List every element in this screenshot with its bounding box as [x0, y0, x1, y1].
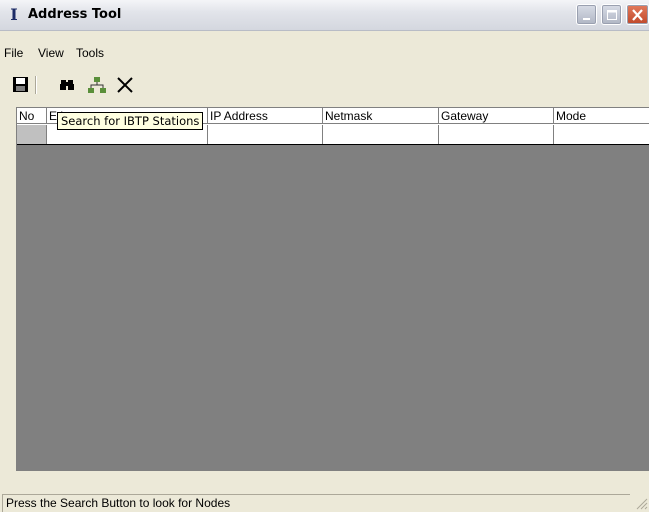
maximize-button[interactable] [601, 4, 622, 25]
delete-button[interactable] [114, 74, 136, 96]
resize-grip-icon[interactable] [634, 496, 648, 510]
menu-file[interactable]: File [4, 46, 23, 60]
column-header-mode[interactable]: Mode [554, 108, 649, 124]
minimize-button[interactable] [576, 4, 597, 25]
menu-view[interactable]: View [38, 46, 64, 60]
toolbar-separator [35, 76, 37, 94]
column-header-gateway[interactable]: Gateway [439, 108, 554, 124]
search-button[interactable] [57, 74, 79, 96]
row-header-cell [17, 125, 47, 144]
grid-empty-area [17, 145, 649, 471]
column-header-no[interactable]: No [17, 108, 47, 124]
table-cell[interactable] [208, 125, 323, 144]
column-header-ip-address[interactable]: IP Address [208, 108, 323, 124]
menu-tools[interactable]: Tools [76, 46, 104, 60]
table-cell[interactable] [323, 125, 439, 144]
close-button[interactable] [626, 4, 649, 25]
station-grid[interactable]: No Eth IP Address Netmask Gateway Mode [16, 107, 649, 471]
title-bar[interactable]: I Address Tool [0, 0, 649, 31]
status-bar: Press the Search Button to look for Node… [0, 492, 649, 512]
app-logo-icon[interactable]: I [8, 7, 20, 23]
network-button[interactable] [86, 74, 108, 96]
table-cell[interactable] [439, 125, 554, 144]
save-button[interactable] [10, 74, 32, 96]
column-header-netmask[interactable]: Netmask [323, 108, 439, 124]
window-title: Address Tool [28, 7, 122, 22]
search-tooltip: Search for IBTP Stations [57, 112, 204, 130]
x-cross-icon [117, 77, 133, 93]
table-cell[interactable] [554, 125, 649, 144]
toolbar [0, 70, 649, 100]
status-text: Press the Search Button to look for Node… [2, 494, 630, 512]
binoculars-icon [60, 80, 74, 90]
menu-bar: File View Tools [0, 44, 649, 64]
network-nodes-icon [88, 77, 106, 93]
floppy-disk-icon [13, 77, 28, 92]
